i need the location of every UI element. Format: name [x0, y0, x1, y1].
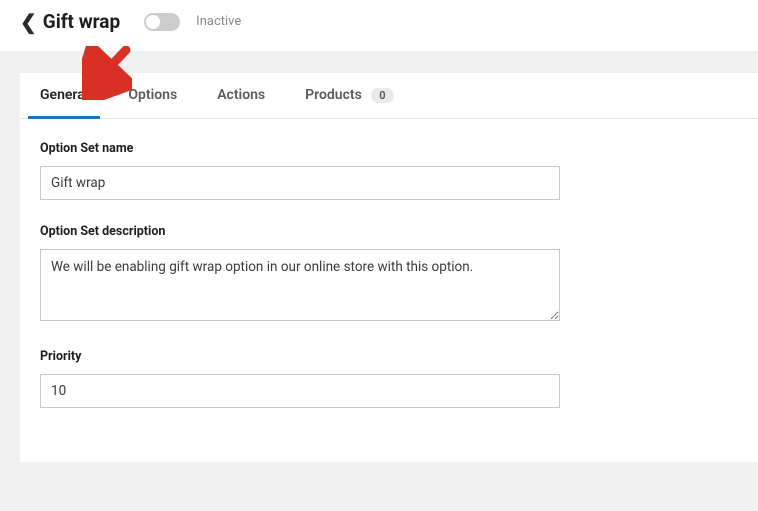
active-toggle[interactable] — [144, 13, 180, 31]
option-set-name-input[interactable] — [40, 166, 560, 200]
tab-label: Products — [305, 87, 362, 103]
tab-actions[interactable]: Actions — [217, 73, 265, 118]
page-title: Gift wrap — [43, 10, 120, 33]
tab-options[interactable]: Options — [128, 73, 177, 118]
general-form: Option Set name Option Set description W… — [20, 119, 758, 462]
field-option-set-description: Option Set description We will be enabli… — [40, 224, 738, 325]
tab-bar: General Options Actions Products 0 — [20, 73, 758, 119]
products-count-badge: 0 — [371, 88, 393, 103]
tab-general[interactable]: General — [40, 73, 88, 118]
content-stage: General Options Actions Products 0 Optio… — [0, 51, 758, 511]
toggle-knob — [146, 15, 160, 29]
priority-input[interactable] — [40, 374, 560, 408]
priority-label: Priority — [40, 349, 738, 364]
back-chevron-icon[interactable]: ❮ — [20, 12, 37, 32]
active-toggle-label: Inactive — [196, 14, 241, 29]
option-set-description-label: Option Set description — [40, 224, 738, 239]
option-set-description-textarea[interactable]: We will be enabling gift wrap option in … — [40, 249, 560, 321]
page-header: ❮ Gift wrap Inactive — [0, 0, 758, 51]
tab-products[interactable]: Products 0 — [305, 73, 393, 118]
field-priority: Priority — [40, 349, 738, 408]
tab-label: Options — [128, 87, 177, 103]
tab-label: Actions — [217, 87, 265, 103]
option-set-name-label: Option Set name — [40, 141, 738, 156]
tab-label: General — [40, 87, 88, 103]
field-option-set-name: Option Set name — [40, 141, 738, 200]
settings-card: General Options Actions Products 0 Optio… — [20, 73, 758, 462]
